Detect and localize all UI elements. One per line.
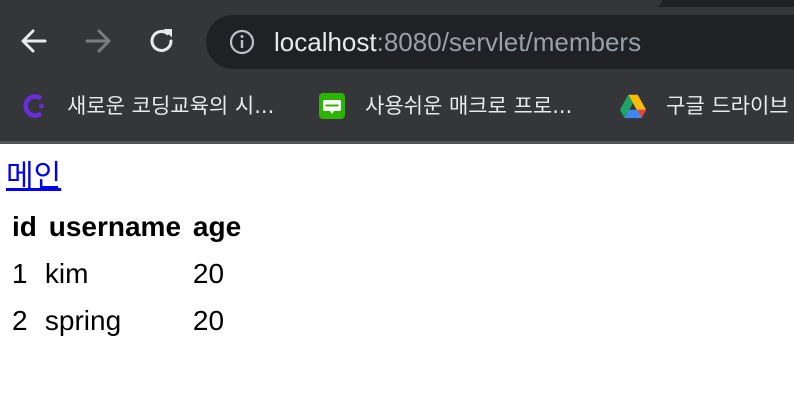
- arrow-left-icon: [19, 26, 49, 56]
- google-drive-icon: [619, 92, 647, 120]
- codeit-icon: [20, 92, 48, 120]
- table-header-row: id username age: [9, 204, 244, 249]
- browser-toolbar: localhost:8080/servlet/members 새로운 코딩교육의…: [0, 0, 794, 142]
- bookmark-item-drive[interactable]: 구글 드라이브: [619, 90, 789, 122]
- table-row: 2 spring 20: [9, 298, 244, 343]
- bookmark-label: 사용쉬운 매크로 프로...: [365, 94, 573, 118]
- cell-id: 1: [12, 257, 28, 289]
- back-button[interactable]: [17, 24, 51, 58]
- table-row: 1 kim 20: [9, 251, 244, 296]
- cell-id: 2: [12, 304, 28, 336]
- cell-age: 20: [192, 257, 225, 289]
- url-text[interactable]: localhost:8080/servlet/members: [274, 25, 641, 59]
- members-table: id username age 1 kim 20 2 spring 20: [7, 202, 246, 345]
- info-icon[interactable]: [229, 29, 255, 55]
- reload-icon: [147, 26, 177, 56]
- cell-age: 20: [192, 304, 225, 336]
- column-header-age: age: [192, 210, 242, 242]
- column-header-username: username: [48, 210, 182, 242]
- cell-username: spring: [44, 304, 122, 336]
- bookmark-label: 구글 드라이브: [666, 94, 789, 118]
- page-content: 메인 id username age 1 kim 20 2 spring 20: [0, 144, 794, 400]
- forward-button[interactable]: [81, 24, 115, 58]
- bookmark-item-blog[interactable]: 사용쉬운 매크로 프로...: [318, 90, 572, 122]
- blog-icon: [318, 92, 346, 120]
- column-header-id: id: [12, 210, 37, 242]
- bookmark-item-codeit[interactable]: 새로운 코딩교육의 시...: [20, 90, 274, 122]
- url-host: localhost: [274, 27, 377, 57]
- url-path: :8080/servlet/members: [376, 27, 642, 57]
- cell-username: kim: [44, 257, 89, 289]
- address-bar[interactable]: localhost:8080/servlet/members: [206, 15, 794, 69]
- bookmark-label: 새로운 코딩교육의 시...: [67, 94, 275, 118]
- arrow-right-icon: [83, 26, 113, 56]
- bookmarks-bar: 새로운 코딩교육의 시... 사용쉬운 매크로 프로... 구글 드라이브: [0, 84, 794, 128]
- active-tab-edge: [0, 0, 662, 7]
- main-page-link[interactable]: 메인: [6, 158, 61, 196]
- reload-button[interactable]: [145, 24, 179, 58]
